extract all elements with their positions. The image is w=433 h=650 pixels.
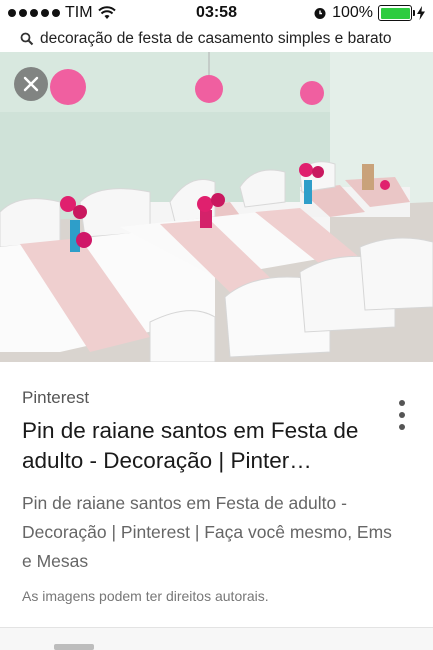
status-bar: TIM 03:58 100% [0,0,433,26]
more-vert-icon[interactable] [395,400,409,430]
alarm-clock-icon [314,8,326,19]
party-tables-photo [0,52,433,362]
result-description: Pin de raiane santos em Festa de adulto … [22,493,392,571]
copyright-notice: As imagens podem ter direitos autorais. [22,588,269,604]
carrier-name: TIM [65,4,93,21]
wifi-icon [97,6,116,19]
battery-percent: 100% [332,4,373,21]
charging-bolt-icon [417,6,425,20]
next-result-strip[interactable] [0,628,433,650]
search-query[interactable]: decoração de festa de casamento simples … [40,30,392,48]
result-image[interactable] [0,52,433,362]
next-result-partial [54,644,94,650]
battery-icon [378,5,415,21]
search-bar[interactable]: decoração de festa de casamento simples … [0,26,433,52]
result-source[interactable]: Pinterest [22,388,89,408]
close-button[interactable] [14,67,48,101]
result-title[interactable]: Pin de raiane santos em Festa de adulto … [22,416,382,476]
search-icon [20,32,34,46]
clock-time: 03:58 [196,4,237,21]
battery-level-fill [380,7,410,19]
result-card[interactable]: Pinterest Pin de raiane santos em Festa … [0,362,433,628]
close-icon [23,76,39,92]
status-right: 100% [313,4,425,22]
signal-dots-icon [8,9,60,17]
status-left: TIM [8,4,116,22]
